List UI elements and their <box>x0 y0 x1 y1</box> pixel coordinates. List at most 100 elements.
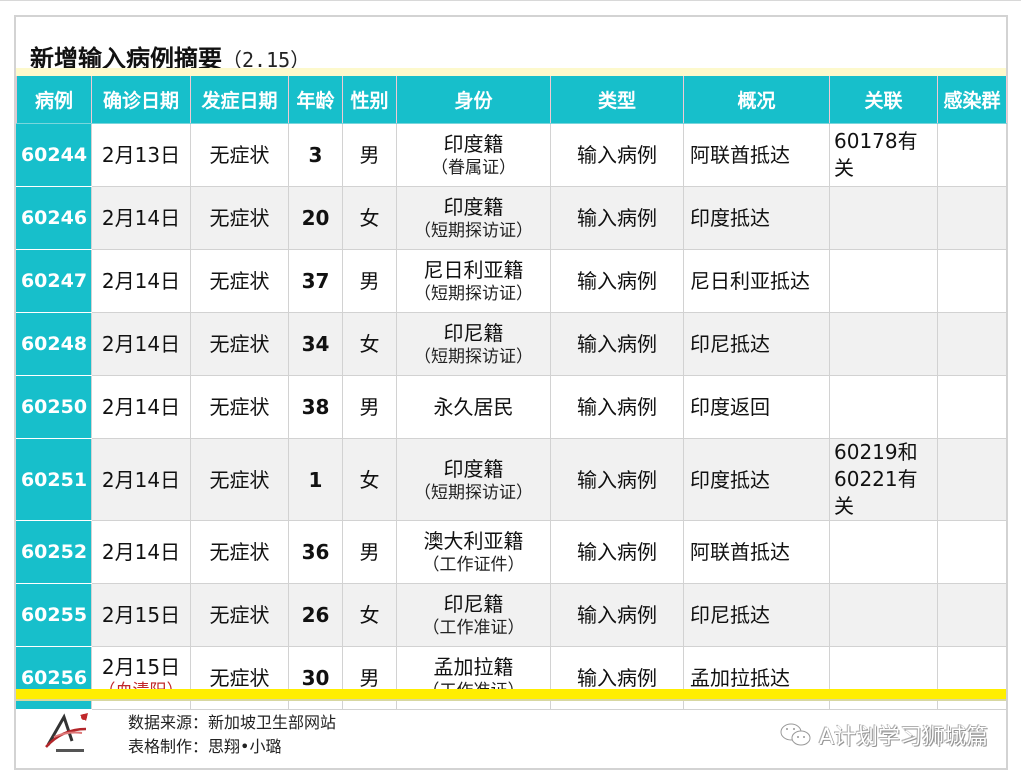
header-type: 类型 <box>550 76 684 124</box>
identity: 孟加拉籍 <box>433 655 514 679</box>
summary: 印尼抵达 <box>690 603 770 627</box>
identity-cell: 印度籍 （眷属证） <box>396 123 551 187</box>
onset-cell: 无症状 <box>190 520 289 584</box>
summary-cell: 印度抵达 <box>683 438 830 521</box>
identity-cell: 永久居民 <box>396 375 551 439</box>
header-case: 病例 <box>16 76 92 124</box>
onset: 无症状 <box>209 269 270 293</box>
case-id: 60246 <box>20 207 88 229</box>
type-cell: 输入病例 <box>550 375 684 439</box>
table-row: 60247 2月14日 无症状 37 男尼日利亚籍 （短期探访证） 输入病例 尼日利亚抵达 <box>16 249 1007 313</box>
case-id-cell: 60252 <box>16 520 92 584</box>
table-body: 60244 2月13日 无症状 3 男印度籍 （眷属证） 输入病例 阿联酋抵达 60178有关 6… <box>16 123 1007 710</box>
confirm-date: 2月15日 <box>101 655 181 679</box>
age-cell: 37 <box>288 249 343 313</box>
identity: 印度籍 <box>443 132 504 156</box>
sex: 男 <box>359 143 380 167</box>
header-cluster: 感染群 <box>937 76 1007 124</box>
summary-cell: 印度抵达 <box>683 186 830 250</box>
case-id: 60244 <box>20 144 88 166</box>
confirm-date: 2月13日 <box>101 143 181 167</box>
table-row: 60244 2月13日 无症状 3 男印度籍 （眷属证） 输入病例 阿联酋抵达 60178有关 <box>16 123 1007 187</box>
link-cell <box>829 375 938 439</box>
identity: 澳大利亚籍 <box>423 529 524 553</box>
link-cell <box>829 312 938 376</box>
title-divider <box>16 68 1006 76</box>
sex-cell: 男 <box>342 520 397 584</box>
identity: 永久居民 <box>433 395 514 419</box>
cluster-cell <box>937 583 1007 647</box>
confirm-date-cell: 2月14日 <box>91 438 191 521</box>
link-cell <box>829 520 938 584</box>
case-id-cell: 60244 <box>16 123 92 187</box>
summary: 印度返回 <box>690 395 770 419</box>
confirm-date: 2月14日 <box>101 332 181 356</box>
sex: 女 <box>359 206 380 230</box>
case-id: 60256 <box>20 667 88 689</box>
header-onset-date: 发症日期 <box>190 76 289 124</box>
age-cell: 34 <box>288 312 343 376</box>
header-identity: 身份 <box>396 76 551 124</box>
identity: 印度籍 <box>443 456 504 481</box>
identity-cell: 印度籍 （短期探访证） <box>396 186 551 250</box>
header-sex: 性别 <box>342 76 397 124</box>
confirm-date: 2月14日 <box>101 269 181 293</box>
identity-note: （短期探访证） <box>414 221 533 241</box>
link-cell: 60219和 60221有关 <box>829 438 938 521</box>
confirm-date: 2月14日 <box>101 395 181 419</box>
case-type: 输入病例 <box>577 540 657 564</box>
case-type: 输入病例 <box>577 467 657 492</box>
identity-cell: 印尼籍 （短期探访证） <box>396 312 551 376</box>
identity-note: （工作证件） <box>422 555 525 575</box>
sex: 男 <box>359 269 380 293</box>
onset: 无症状 <box>209 666 270 690</box>
identity-note: （眷属证） <box>431 158 516 178</box>
age: 34 <box>301 332 330 356</box>
type-cell: 输入病例 <box>550 249 684 313</box>
cluster-cell <box>937 312 1007 376</box>
sex: 女 <box>359 603 380 627</box>
sex-cell: 男 <box>342 375 397 439</box>
age: 38 <box>301 395 330 419</box>
onset-cell: 无症状 <box>190 123 289 187</box>
summary-cell: 阿联酋抵达 <box>683 520 830 584</box>
confirm-date-cell: 2月13日 <box>91 123 191 187</box>
identity-cell: 澳大利亚籍 （工作证件） <box>396 520 551 584</box>
table-row: 60250 2月14日 无症状 38 男 永久居民 输入病例 印度返回 <box>16 375 1007 439</box>
sex: 女 <box>359 467 380 492</box>
identity-note: （短期探访证） <box>414 284 533 304</box>
cluster-cell <box>937 438 1007 521</box>
age: 36 <box>301 540 330 564</box>
confirm-date-cell: 2月14日 <box>91 520 191 584</box>
age-cell: 38 <box>288 375 343 439</box>
link-cell <box>829 583 938 647</box>
sex-cell: 女 <box>342 438 397 521</box>
table-row: 60252 2月14日 无症状 36 男澳大利亚籍 （工作证件） 输入病例 阿联酋抵达 <box>16 520 1007 584</box>
onset-cell: 无症状 <box>190 249 289 313</box>
cluster-cell <box>937 123 1007 187</box>
summary: 孟加拉抵达 <box>690 666 790 690</box>
identity: 尼日利亚籍 <box>423 258 524 282</box>
table-row: 60251 2月14日 无症状 1 女印度籍 （短期探访证） 输入病例 印度抵达 60219和 … <box>16 438 1007 521</box>
bottom-divider <box>16 689 1006 701</box>
sex-cell: 女 <box>342 583 397 647</box>
onset: 无症状 <box>209 540 270 564</box>
header-confirm-date: 确诊日期 <box>91 76 191 124</box>
case-id: 60251 <box>20 468 88 491</box>
onset: 无症状 <box>209 467 270 492</box>
table-row: 60246 2月14日 无症状 20 女印度籍 （短期探访证） 输入病例 印度抵达 <box>16 186 1007 250</box>
sex-cell: 女 <box>342 312 397 376</box>
type-cell: 输入病例 <box>550 438 684 521</box>
identity-cell: 印度籍 （短期探访证） <box>396 438 551 521</box>
page-frame: 新增输入病例摘要（2.15） 病例 确诊日期 发症日期 年龄 性别 身份 类型 … <box>0 0 1021 780</box>
case-id-cell: 60247 <box>16 249 92 313</box>
case-type: 输入病例 <box>577 395 657 419</box>
type-cell: 输入病例 <box>550 583 684 647</box>
age-cell: 20 <box>288 186 343 250</box>
identity-note: （短期探访证） <box>414 347 533 367</box>
onset-cell: 无症状 <box>190 583 289 647</box>
onset: 无症状 <box>209 603 270 627</box>
case-id: 60255 <box>20 604 88 626</box>
identity-cell: 尼日利亚籍 （短期探访证） <box>396 249 551 313</box>
age-cell: 36 <box>288 520 343 584</box>
